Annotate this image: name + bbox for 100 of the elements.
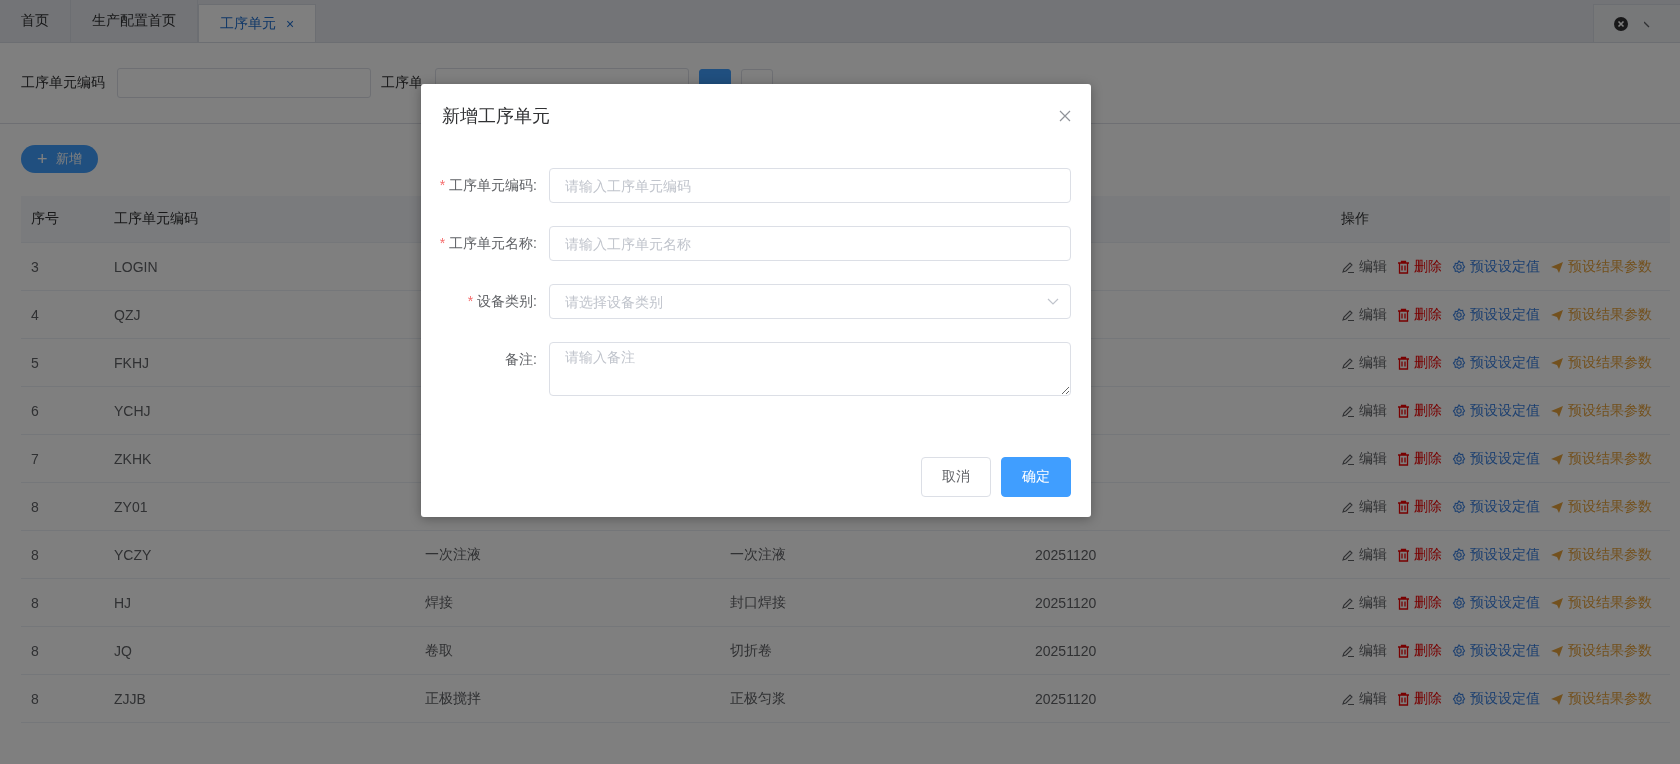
column-header: 序号 (31, 210, 59, 226)
table-cell: FKHJ (114, 354, 149, 371)
send-icon (1550, 499, 1564, 514)
row-action-link[interactable]: 预设结果参数 (1550, 641, 1652, 660)
trash-icon (1397, 643, 1410, 658)
close-all-icon[interactable] (1614, 16, 1628, 31)
table-cell: 5 (31, 354, 39, 371)
dialog-title: 新增工序单元 (442, 105, 550, 128)
select-field[interactable]: 请选择设备类别 (549, 284, 1071, 319)
row-action-link[interactable]: 预设结果参数 (1550, 305, 1652, 324)
row-action-link[interactable]: 预设设定值 (1452, 593, 1540, 612)
trash-icon (1397, 691, 1410, 706)
table-cell: YCZY (114, 546, 152, 563)
filter-label: 工序单元编码 (21, 74, 105, 92)
table-cell: 正极搅拌 (425, 689, 481, 706)
send-icon (1550, 451, 1564, 466)
filter-label: 工序单 (381, 74, 423, 92)
gear-icon (1452, 451, 1466, 466)
gear-icon (1452, 691, 1466, 706)
table-cell: 8 (31, 546, 39, 563)
table-cell: 封口焊接 (730, 593, 786, 610)
gear-icon (1452, 259, 1466, 274)
row-action-link[interactable]: 预设结果参数 (1550, 257, 1652, 276)
row-action-link[interactable]: 编辑 (1341, 689, 1387, 708)
trash-icon (1397, 355, 1410, 370)
row-action-link[interactable]: 编辑 (1341, 593, 1387, 612)
send-icon (1550, 355, 1564, 370)
trash-icon (1397, 499, 1410, 514)
row-action-link[interactable]: 删除 (1397, 353, 1442, 372)
add-button[interactable]: + 新增 (21, 145, 98, 173)
row-action-link[interactable]: 预设结果参数 (1550, 593, 1652, 612)
table-cell: 8 (31, 690, 39, 707)
gear-icon (1452, 547, 1466, 562)
row-action-link[interactable]: 预设设定值 (1452, 641, 1540, 660)
input-field[interactable]: 请输入工序单元名称 (549, 226, 1071, 261)
row-action-link[interactable]: 预设结果参数 (1550, 497, 1652, 516)
close-icon[interactable] (1059, 110, 1071, 122)
row-action-link[interactable]: 预设设定值 (1452, 305, 1540, 324)
table-cell: QZJ (114, 306, 141, 323)
row-action-link[interactable]: 删除 (1397, 257, 1442, 276)
send-icon (1550, 547, 1564, 562)
table-cell: 7 (31, 450, 39, 467)
form-label: 工序单元编码: (449, 177, 537, 193)
send-icon (1550, 307, 1564, 322)
row-action-link[interactable]: 编辑 (1341, 497, 1387, 516)
send-icon (1550, 595, 1564, 610)
row-action-link[interactable]: 删除 (1397, 305, 1442, 324)
table-cell: 正极匀浆 (730, 689, 786, 706)
row-action-link[interactable]: 删除 (1397, 401, 1442, 420)
send-icon (1550, 403, 1564, 418)
table-cell: 8 (31, 594, 39, 611)
form-label: 工序单元名称: (449, 235, 537, 251)
row-action-link[interactable]: 删除 (1397, 641, 1442, 660)
row-action-link[interactable]: 删除 (1397, 545, 1442, 564)
gear-icon (1452, 355, 1466, 370)
table-cell: 一次注液 (425, 545, 481, 562)
tab-close-button[interactable]: × (286, 15, 295, 32)
gear-icon (1452, 403, 1466, 418)
row-action-link[interactable]: 预设设定值 (1452, 497, 1540, 516)
row-action-link[interactable]: 预设设定值 (1452, 401, 1540, 420)
table-cell: 焊接 (425, 593, 453, 610)
row-action-link[interactable]: 预设结果参数 (1550, 449, 1652, 468)
row-action-link[interactable]: 编辑 (1341, 545, 1387, 564)
table-cell: ZJJB (114, 690, 146, 707)
row-action-link[interactable]: 删除 (1397, 593, 1442, 612)
page-tab[interactable]: 首页 (0, 0, 71, 42)
row-action-link[interactable]: 删除 (1397, 689, 1442, 708)
textarea-field[interactable]: 请输入备注 (549, 342, 1071, 396)
column-header: 工序单元编码 (114, 210, 198, 226)
table-cell: 切折卷 (730, 641, 772, 658)
dialog-button[interactable]: 取消 (921, 457, 991, 497)
row-action-link[interactable]: 预设结果参数 (1550, 353, 1652, 372)
row-action-link[interactable]: 删除 (1397, 449, 1442, 468)
table-cell: LOGIN (114, 258, 158, 275)
required-mark: * (439, 177, 446, 193)
row-action-link[interactable]: 预设设定值 (1452, 353, 1540, 372)
row-action-link[interactable]: 预设结果参数 (1550, 401, 1652, 420)
row-action-link[interactable]: 预设结果参数 (1550, 545, 1652, 564)
row-action-link[interactable]: 编辑 (1341, 401, 1387, 420)
row-action-link[interactable]: 编辑 (1341, 305, 1387, 324)
row-action-link[interactable]: 预设结果参数 (1550, 689, 1652, 708)
row-action-link[interactable]: 编辑 (1341, 641, 1387, 660)
row-action-link[interactable]: 编辑 (1341, 353, 1387, 372)
input-field[interactable]: 请输入工序单元编码 (549, 168, 1071, 203)
row-action-link[interactable]: 编辑 (1341, 257, 1387, 276)
row-action-link[interactable]: 预设设定值 (1452, 257, 1540, 276)
table-cell: 20251120 (1035, 642, 1097, 659)
row-action-link[interactable]: 编辑 (1341, 449, 1387, 468)
row-action-link[interactable]: 预设设定值 (1452, 689, 1540, 708)
row-action-link[interactable]: 预设设定值 (1452, 449, 1540, 468)
gear-icon (1452, 307, 1466, 322)
gear-icon (1452, 643, 1466, 658)
form-label: 设备类别: (477, 293, 537, 309)
send-icon (1550, 643, 1564, 658)
table-cell: YCHJ (114, 402, 151, 419)
table-cell: 20251120 (1035, 690, 1097, 707)
dialog-button[interactable]: 确定 (1001, 457, 1071, 497)
page-tab[interactable]: 工序单元 × (198, 4, 317, 42)
row-action-link[interactable]: 预设设定值 (1452, 545, 1540, 564)
row-action-link[interactable]: 删除 (1397, 497, 1442, 516)
